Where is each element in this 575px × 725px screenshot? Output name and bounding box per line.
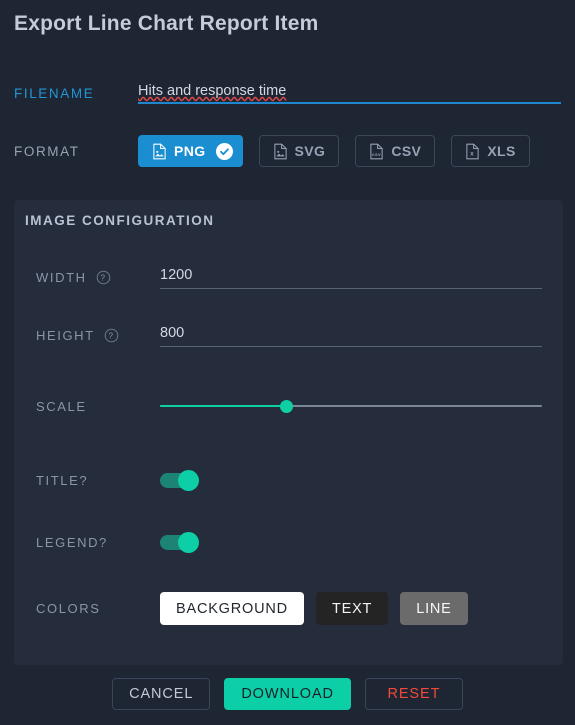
- legend-toggle-label-text: LEGEND?: [36, 535, 108, 550]
- reset-button[interactable]: RESET: [364, 678, 463, 710]
- height-label-text: HEIGHT: [36, 328, 95, 343]
- dialog-footer: CANCEL DOWNLOAD RESET: [0, 678, 575, 710]
- format-option-label: XLS: [487, 143, 516, 159]
- format-option-label: PNG: [174, 143, 206, 159]
- format-option-png[interactable]: PNG: [138, 135, 243, 167]
- file-image-icon: [273, 143, 288, 160]
- scale-label: SCALE: [36, 399, 160, 414]
- check-circle-icon: [215, 142, 233, 160]
- format-row: FORMAT PNG SVG csv CSV x XLS: [14, 134, 561, 168]
- file-image-icon: [152, 143, 167, 160]
- slider-fill: [160, 405, 287, 407]
- filename-input[interactable]: Hits and response time: [138, 82, 561, 104]
- format-option-label: CSV: [391, 143, 422, 159]
- color-chip-text[interactable]: TEXT: [315, 592, 389, 625]
- svg-text:?: ?: [100, 274, 106, 283]
- help-circle-icon[interactable]: ?: [104, 328, 119, 343]
- file-csv-icon: csv: [369, 143, 384, 160]
- color-chip-background[interactable]: BACKGROUND: [160, 592, 304, 625]
- format-option-label: SVG: [294, 143, 326, 159]
- help-circle-icon[interactable]: ?: [96, 270, 111, 285]
- file-excel-icon: x: [465, 143, 480, 160]
- title-toggle-switch[interactable]: [160, 470, 199, 491]
- format-option-xls[interactable]: x XLS: [451, 135, 530, 167]
- svg-text:?: ?: [108, 332, 114, 341]
- filename-label: FILENAME: [14, 86, 95, 101]
- height-value[interactable]: 800: [160, 325, 184, 341]
- width-input[interactable]: 1200: [160, 266, 542, 289]
- format-option-csv[interactable]: csv CSV: [355, 135, 436, 167]
- title-toggle-label: TITLE?: [36, 473, 160, 488]
- legend-toggle-row: LEGEND?: [36, 532, 542, 553]
- filename-value[interactable]: Hits and response time: [138, 82, 286, 100]
- height-label: HEIGHT ?: [36, 328, 160, 343]
- colors-label: COLORS: [36, 601, 160, 616]
- image-configuration-panel: IMAGE CONFIGURATION WIDTH ? 1200 HEIGHT: [14, 200, 563, 665]
- svg-text:csv: csv: [372, 151, 381, 156]
- width-label-text: WIDTH: [36, 270, 87, 285]
- width-label: WIDTH ?: [36, 270, 160, 285]
- scale-row: SCALE: [36, 398, 542, 414]
- svg-text:x: x: [471, 150, 475, 157]
- download-button[interactable]: DOWNLOAD: [224, 678, 351, 710]
- title-toggle-row: TITLE?: [36, 470, 542, 491]
- height-row: HEIGHT ? 800: [36, 324, 542, 347]
- export-dialog: Export Line Chart Report Item FILENAME H…: [0, 0, 575, 725]
- format-label: FORMAT: [14, 143, 80, 159]
- colors-label-text: COLORS: [36, 601, 101, 616]
- filename-row: FILENAME Hits and response time: [14, 76, 561, 104]
- slider-thumb[interactable]: [280, 400, 294, 413]
- height-input[interactable]: 800: [160, 324, 542, 347]
- legend-toggle-switch[interactable]: [160, 532, 199, 553]
- width-row: WIDTH ? 1200: [36, 266, 542, 289]
- color-chip-line[interactable]: LINE: [400, 592, 468, 625]
- width-value[interactable]: 1200: [160, 267, 192, 283]
- legend-toggle-label: LEGEND?: [36, 535, 160, 550]
- title-toggle-label-text: TITLE?: [36, 473, 89, 488]
- toggle-knob: [178, 532, 199, 553]
- toggle-knob: [178, 470, 199, 491]
- scale-slider[interactable]: [160, 398, 542, 414]
- colors-row: COLORS BACKGROUND TEXT LINE: [36, 592, 542, 625]
- scale-label-text: SCALE: [36, 398, 87, 414]
- format-option-svg[interactable]: SVG: [258, 135, 340, 167]
- page-title: Export Line Chart Report Item: [14, 12, 319, 35]
- cancel-button[interactable]: CANCEL: [112, 678, 211, 710]
- image-configuration-title: IMAGE CONFIGURATION: [25, 213, 215, 228]
